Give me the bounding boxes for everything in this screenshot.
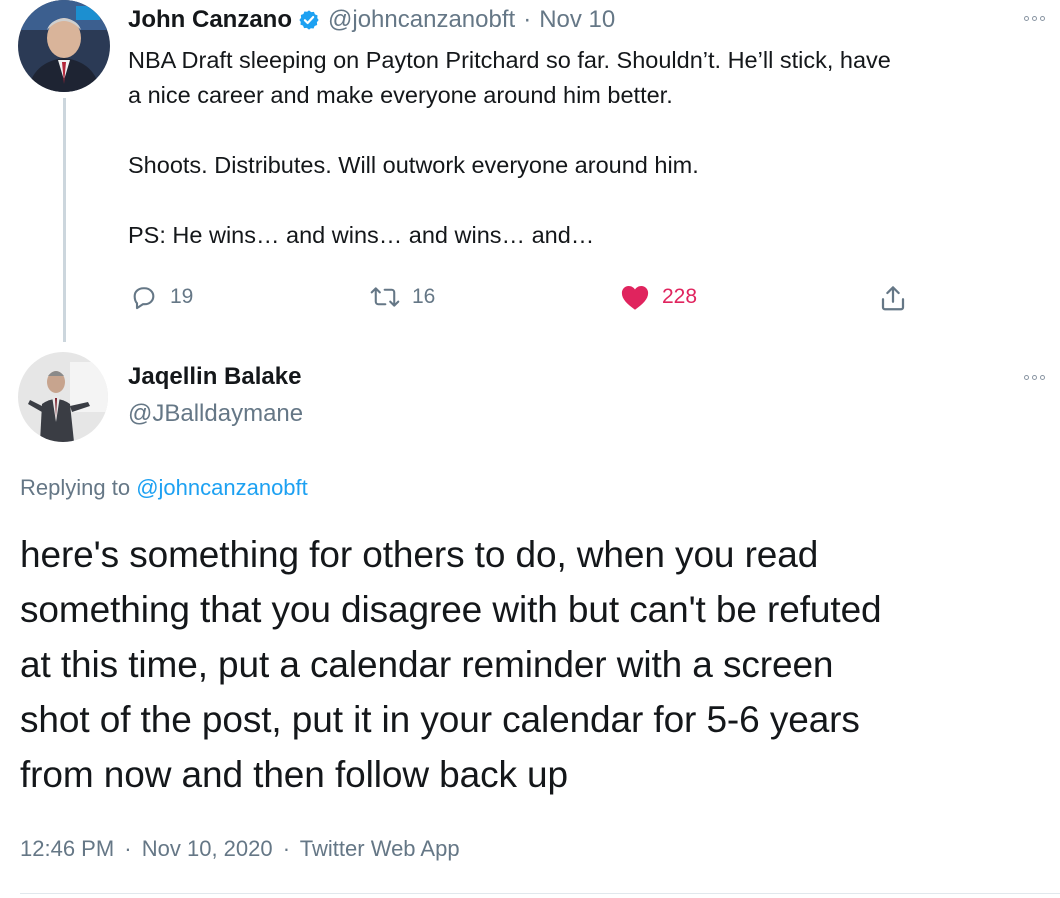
replying-to-handle[interactable]: @johncanzanobft xyxy=(136,475,308,500)
thread-connector-line xyxy=(63,98,66,342)
retweet-icon xyxy=(370,283,400,311)
meta-separator: · xyxy=(282,836,291,861)
tweet-text-line: a nice career and make everyone around h… xyxy=(128,82,673,108)
reply-button[interactable]: 19 xyxy=(130,283,193,311)
share-icon[interactable] xyxy=(878,283,908,318)
verified-badge-icon xyxy=(298,9,320,31)
parent-tweet-header: John Canzano @johncanzanobft · Nov 10 xyxy=(128,6,615,34)
tweet-text-line: Shoots. Distributes. Will outwork everyo… xyxy=(128,152,699,178)
reply-text-line: here's something for others to do, when … xyxy=(20,534,819,575)
avatar-jaqellin-balake[interactable] xyxy=(18,352,108,442)
avatar-john-canzano[interactable] xyxy=(18,0,110,92)
reply-author-name[interactable]: Jaqellin Balake xyxy=(128,363,301,391)
tweet-date[interactable]: Nov 10 xyxy=(539,6,615,34)
reply-text-line: something that you disagree with but can… xyxy=(20,589,882,630)
more-icon[interactable] xyxy=(1024,16,1045,21)
tweet-full-date[interactable]: Nov 10, 2020 xyxy=(142,836,273,861)
retweet-button[interactable]: 16 xyxy=(370,283,435,311)
retweet-count: 16 xyxy=(412,285,436,308)
bottom-divider xyxy=(20,893,1060,894)
parent-tweet-text: NBA Draft sleeping on Payton Pritchard s… xyxy=(128,43,1053,253)
tweet-metadata: 12:46 PM · Nov 10, 2020 · Twitter Web Ap… xyxy=(20,836,460,862)
author-name[interactable]: John Canzano xyxy=(128,6,292,34)
more-icon[interactable] xyxy=(1024,375,1045,380)
replying-to-line: Replying to @johncanzanobft xyxy=(20,475,308,501)
reply-text-line: shot of the post, put it in your calenda… xyxy=(20,699,860,740)
reply-tweet-text: here's something for others to do, when … xyxy=(20,527,1055,802)
author-handle[interactable]: @johncanzanobft xyxy=(328,6,515,34)
header-separator: · xyxy=(523,6,532,33)
reply-author-handle[interactable]: @JBalldaymane xyxy=(128,400,303,428)
meta-separator: · xyxy=(124,836,132,861)
reply-text-line: from now and then follow back up xyxy=(20,754,569,795)
like-count: 228 xyxy=(662,285,698,308)
tweet-source[interactable]: Twitter Web App xyxy=(300,836,460,861)
like-button[interactable]: 228 xyxy=(620,283,697,311)
reply-count: 19 xyxy=(170,285,194,308)
avatar-photo xyxy=(18,0,110,92)
avatar-photo xyxy=(18,352,108,442)
replying-to-label: Replying to xyxy=(20,475,131,500)
tweet-text-line: NBA Draft sleeping on Payton Pritchard s… xyxy=(128,47,891,73)
reply-icon xyxy=(130,283,158,311)
heart-icon xyxy=(620,283,650,311)
reply-text-line: at this time, put a calendar reminder wi… xyxy=(20,644,834,685)
tweet-text-line: PS: He wins… and wins… and wins… and… xyxy=(128,222,595,248)
tweet-time[interactable]: 12:46 PM xyxy=(20,836,114,861)
